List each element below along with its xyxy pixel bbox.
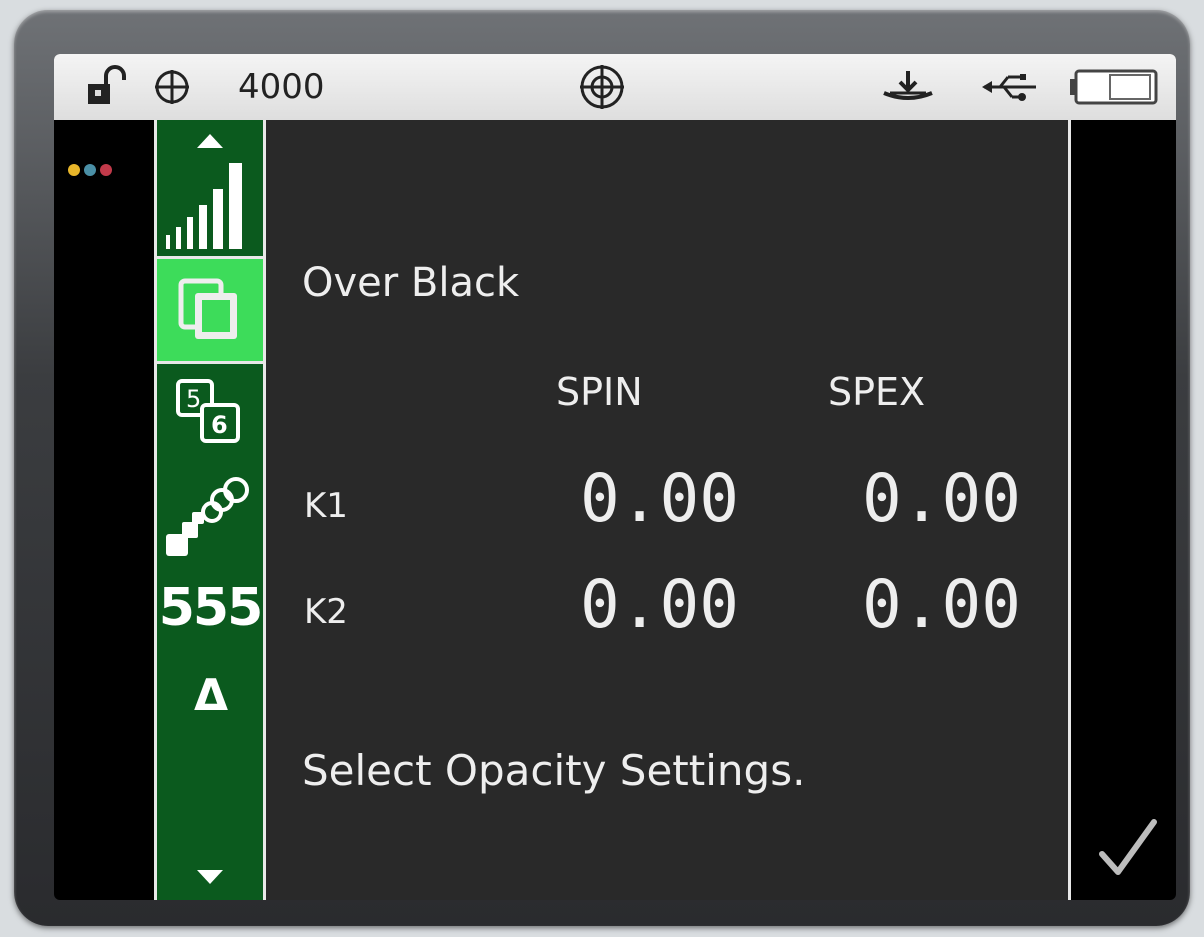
overlapping-squares-icon <box>178 278 237 339</box>
battery-icon <box>1066 54 1158 120</box>
usb-icon <box>980 54 1042 120</box>
opacity-mode-button[interactable] <box>157 259 263 361</box>
indicator-dots <box>68 164 112 176</box>
panel-right-border <box>1068 120 1071 900</box>
device-bezel: 4000 5 6 555 Δ Over Black SPIN SPEX K1 0… <box>14 10 1190 926</box>
column-header-spex: SPEX <box>828 370 926 414</box>
indicator-dot-yellow <box>68 164 80 176</box>
confirm-button[interactable] <box>1094 814 1164 884</box>
row-label-k1: K1 <box>304 486 348 526</box>
calibration-plate-icon <box>880 54 936 120</box>
unlocked-padlock-icon <box>84 54 130 120</box>
instruction-prompt: Select Opacity Settings. <box>302 746 806 795</box>
delta-icon: Δ <box>193 669 228 721</box>
sidebar-divider <box>157 361 263 364</box>
svg-text:6: 6 <box>211 411 228 439</box>
color-chain-icon <box>166 477 249 556</box>
mode-sidebar: 5 6 555 Δ <box>154 120 266 900</box>
main-panel: Over Black SPIN SPEX K1 0.00 0.00 K2 0.0… <box>266 120 1068 900</box>
page-title: Over Black <box>302 260 520 306</box>
scroll-down-button[interactable] <box>157 860 263 894</box>
k1-spin-value[interactable]: 0.00 <box>580 460 739 537</box>
k1-spex-value[interactable]: 0.00 <box>862 460 1021 537</box>
signal-bars-icon <box>166 163 242 249</box>
device-screen: 4000 5 6 555 Δ Over Black SPIN SPEX K1 0… <box>54 54 1176 900</box>
color-chain-button[interactable] <box>157 460 263 564</box>
scroll-down-icon <box>197 870 223 884</box>
k2-spex-value[interactable]: 0.00 <box>862 566 1021 643</box>
scroll-up-button[interactable] <box>157 126 263 156</box>
svg-text:5: 5 <box>186 385 201 413</box>
sample-compare-button[interactable]: 5 6 <box>157 370 263 456</box>
sample-5-6-icon: 5 6 <box>176 379 240 443</box>
k2-spin-value[interactable]: 0.00 <box>580 566 739 643</box>
status-value: 4000 <box>238 67 325 107</box>
checkmark-icon <box>1099 819 1157 875</box>
sidebar-555-label: 555 <box>158 578 264 638</box>
scroll-up-icon <box>197 134 223 148</box>
status-bar: 4000 <box>54 54 1176 120</box>
number-555-button[interactable]: 555 <box>157 568 264 648</box>
signal-bars-button[interactable] <box>157 158 263 254</box>
row-label-k2: K2 <box>304 592 348 632</box>
indicator-dot-teal <box>84 164 96 176</box>
delta-button[interactable]: Δ <box>157 660 263 730</box>
indicator-dot-red <box>100 164 112 176</box>
crosshair-circle-icon <box>152 54 192 120</box>
target-reticle-icon <box>578 54 626 120</box>
column-header-spin: SPIN <box>556 370 643 414</box>
